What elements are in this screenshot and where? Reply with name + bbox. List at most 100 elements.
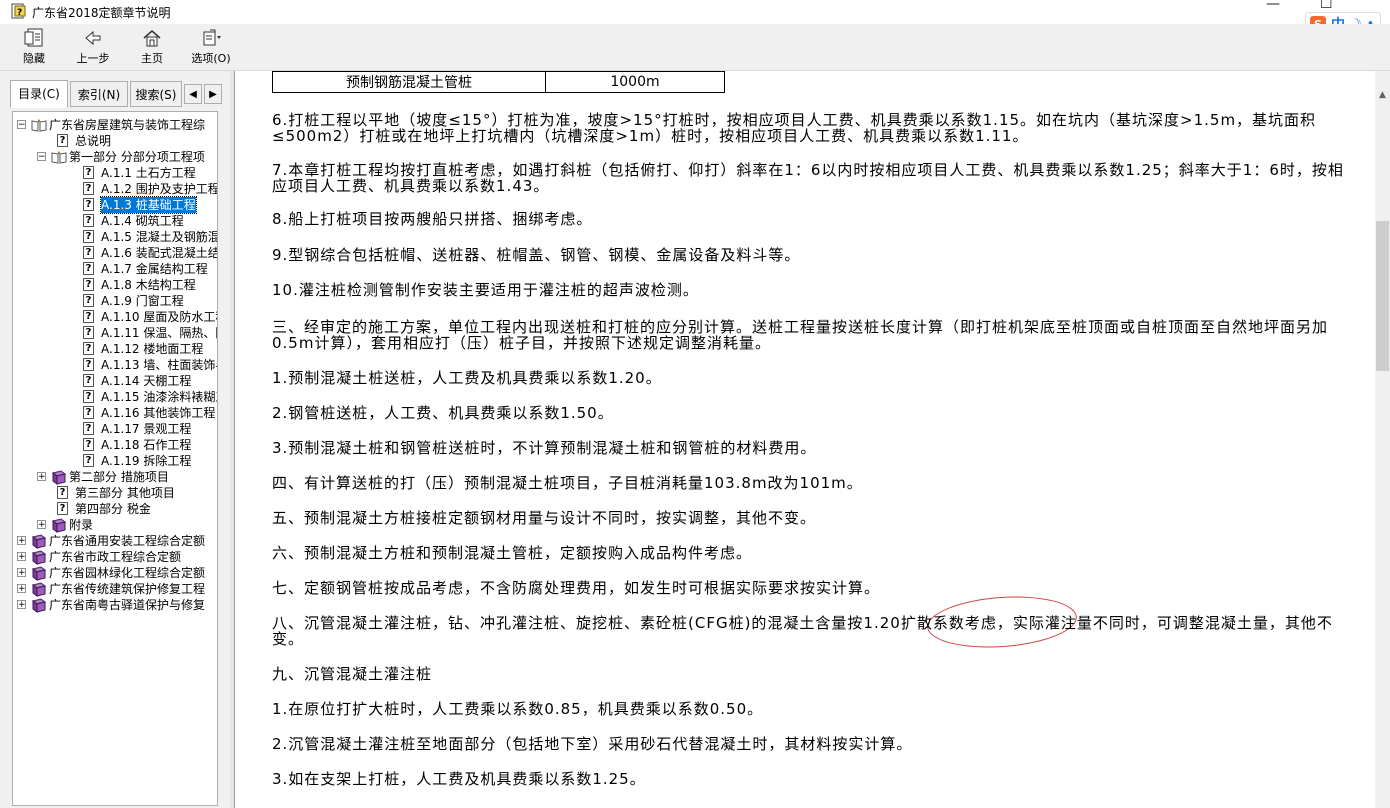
window-title: 广东省2018定额章节说明 <box>32 6 171 20</box>
content-paragraph: 2.沉管混凝土灌注桩至地面部分（包括地下室）采用砂石代替混凝土时，其材料按实计算… <box>272 735 913 753</box>
collapse-icon[interactable]: − <box>37 152 46 162</box>
tree-item-label[interactable]: A.1.11 保温、隔热、防 <box>101 325 217 341</box>
content-paragraph: 3.预制混凝土桩和钢管桩送桩时，不计算预制混凝土桩和钢管桩的材料费用。 <box>272 439 817 457</box>
help-page-icon: ? <box>83 374 94 387</box>
expand-icon[interactable]: + <box>37 520 46 530</box>
tree-item-label[interactable]: A.1.9 门窗工程 <box>101 293 184 309</box>
tree-item-label[interactable]: A.1.2 围护及支护工程 <box>101 181 217 197</box>
tree-item-label[interactable]: 广东省通用安装工程综合定额 <box>49 533 205 549</box>
tree-item-label[interactable]: 附录 <box>69 517 93 533</box>
book-closed-icon <box>31 582 47 597</box>
content-paragraph: 2.钢管桩送桩，人工费、机具费乘以系数1.50。 <box>272 404 614 422</box>
tree-item-label[interactable]: A.1.6 装配式混凝土结 <box>101 245 217 261</box>
tab-search[interactable]: 搜索(S) <box>130 81 182 107</box>
help-page-icon: ? <box>83 262 94 275</box>
book-closed-icon <box>31 598 47 613</box>
expand-icon[interactable]: + <box>17 536 26 546</box>
tree-item-label[interactable]: A.1.12 楼地面工程 <box>101 341 203 357</box>
expand-icon[interactable]: + <box>17 584 26 594</box>
content-pane: 预制钢筋混凝土管桩 1000m 6.打桩工程以平地（坡度≤15°）打桩为准，坡度… <box>234 71 1376 808</box>
content-paragraph: 8.船上打桩项目按两艘船只拼搭、捆绑考虑。 <box>272 210 593 228</box>
help-page-icon: ? <box>57 502 68 515</box>
book-closed-icon <box>31 550 47 565</box>
tree-item-label[interactable]: A.1.19 拆除工程 <box>101 453 191 469</box>
tree-item-label[interactable]: A.1.13 墙、柱面装饰与 <box>101 357 217 373</box>
tree-item-label[interactable]: 第二部分 措施项目 <box>69 469 169 485</box>
back-label: 上一步 <box>76 52 110 65</box>
tab-index[interactable]: 索引(N) <box>70 81 128 107</box>
help-page-icon: ? <box>83 198 94 211</box>
book-closed-icon <box>51 470 67 485</box>
help-page-icon: ? <box>83 390 94 403</box>
content-paragraph: 1.预制混凝土桩送桩，人工费及机具费乘以系数1.20。 <box>272 369 662 387</box>
help-page-icon: ? <box>83 182 94 195</box>
content-paragraph: 六、预制混凝土方桩和预制混凝土管桩，定额按购入成品构件考虑。 <box>272 544 753 562</box>
help-page-icon: ? <box>83 406 94 419</box>
book-closed-icon <box>51 518 67 533</box>
back-button[interactable]: 上一步 <box>72 28 114 66</box>
tab-scroll-left-icon[interactable]: ◀ <box>184 84 202 104</box>
content-paragraph: 四、有计算送桩的打（压）预制混凝土桩项目，子目桩消耗量103.8m改为101m。 <box>272 474 863 492</box>
tree-item-label[interactable]: 总说明 <box>75 133 111 149</box>
tree-item-label[interactable]: A.1.17 景观工程 <box>101 421 191 437</box>
tree-item-label[interactable]: 广东省传统建筑保护修复工程 <box>49 581 205 597</box>
book-open-icon <box>51 150 67 164</box>
scrollbar-thumb[interactable] <box>1376 221 1389 371</box>
help-page-icon: ? <box>57 486 68 499</box>
options-button[interactable]: 选项(O) <box>186 28 236 66</box>
tree-item-label[interactable]: 第一部分 分部分项工程项 <box>69 149 205 165</box>
content-paragraph: 七、定额钢管桩按成品考虑，不含防腐处理费用，如发生时可根据实际要求按实计算。 <box>272 579 881 597</box>
navigation-pane: 目录(C) 索引(N) 搜索(S) ◀ ▶ − 广东省房屋建筑与装饰工程综? 总说明… <box>0 71 230 808</box>
tree-item-label[interactable]: A.1.10 屋面及防水工程 <box>101 309 217 325</box>
help-page-icon: ? <box>57 134 68 147</box>
collapse-icon[interactable]: − <box>17 120 26 130</box>
content-paragraph: 10.灌注桩检测管制作安装主要适用于灌注桩的超声波检测。 <box>272 281 699 299</box>
scroll-up-icon[interactable]: ▲ <box>1375 88 1390 103</box>
help-page-icon: ? <box>83 230 94 243</box>
tree-item-label[interactable]: 广东省房屋建筑与装饰工程综 <box>49 117 205 133</box>
expand-icon[interactable]: + <box>17 568 26 578</box>
table-cell-name: 预制钢筋混凝土管桩 <box>272 71 546 93</box>
tree-item-label[interactable]: A.1.5 混凝土及钢筋混 <box>101 229 217 245</box>
tree-item-label[interactable]: A.1.16 其他装饰工程 <box>101 405 215 421</box>
options-icon <box>203 29 221 46</box>
tree-item-label[interactable]: A.1.7 金属结构工程 <box>101 261 208 277</box>
hide-button[interactable]: 隐藏 <box>18 28 50 66</box>
content-paragraph: 1.在原位打扩大桩时，人工费乘以系数0.85，机具费乘以系数0.50。 <box>272 700 764 718</box>
tree-item-label[interactable]: 第三部分 其他项目 <box>75 485 175 501</box>
content-paragraph: 三、经审定的施工方案，单位工程内出现送桩和打桩的应分别计算。送桩工程量按送桩长度… <box>272 318 1329 352</box>
help-page-icon: ? <box>83 422 94 435</box>
content-paragraph: 八、沉管混凝土灌注桩，钻、冲孔灌注桩、旋挖桩、素砼桩(CFG桩)的混凝土含量按1… <box>272 614 1333 648</box>
help-page-icon: ? <box>83 326 94 339</box>
help-page-icon: ? <box>83 278 94 291</box>
tree-item-label[interactable]: A.1.1 土石方工程 <box>101 165 196 181</box>
tree-item-label[interactable]: A.1.18 石作工程 <box>101 437 191 453</box>
tree-item-label[interactable]: 第四部分 税金 <box>75 501 151 517</box>
expand-icon[interactable]: + <box>17 552 26 562</box>
tab-scroll-right-icon[interactable]: ▶ <box>204 84 222 104</box>
help-page-icon: ? <box>83 214 94 227</box>
tree-item-label[interactable]: 广东省市政工程综合定额 <box>49 549 181 565</box>
expand-icon[interactable]: + <box>37 472 46 482</box>
tab-contents[interactable]: 目录(C) <box>10 80 68 108</box>
tree-item-label[interactable]: A.1.15 油漆涂料裱糊工 <box>101 389 217 405</box>
help-page-icon: ? <box>83 438 94 451</box>
help-page-icon: ? <box>83 294 94 307</box>
content-paragraph: 九、沉管混凝土灌注桩 <box>272 665 433 683</box>
expand-icon[interactable]: + <box>17 600 26 610</box>
minimize-button[interactable]: — <box>1266 0 1280 12</box>
tree-item-label[interactable]: A.1.14 天棚工程 <box>101 373 191 389</box>
vertical-scrollbar[interactable]: ▲ <box>1375 71 1390 808</box>
maximize-button[interactable]: ☐ <box>1320 0 1333 12</box>
content-table: 预制钢筋混凝土管桩 1000m <box>272 71 725 93</box>
toolbar: 隐藏 上一步 主页 选项(O) <box>0 24 1390 71</box>
help-app-icon: ? <box>11 3 26 19</box>
tree-item-label[interactable]: A.1.3 桩基础工程 <box>100 196 197 214</box>
tree-item-label[interactable]: A.1.4 砌筑工程 <box>101 213 184 229</box>
options-label: 选项(O) <box>191 52 231 65</box>
tree-item-label[interactable]: A.1.8 木结构工程 <box>101 277 196 293</box>
hide-label: 隐藏 <box>23 52 45 65</box>
tree-item-label[interactable]: 广东省园林绿化工程综合定额 <box>49 565 205 581</box>
home-button[interactable]: 主页 <box>136 28 168 66</box>
tree-item-label[interactable]: 广东省南粤古驿道保护与修复 <box>49 597 205 613</box>
